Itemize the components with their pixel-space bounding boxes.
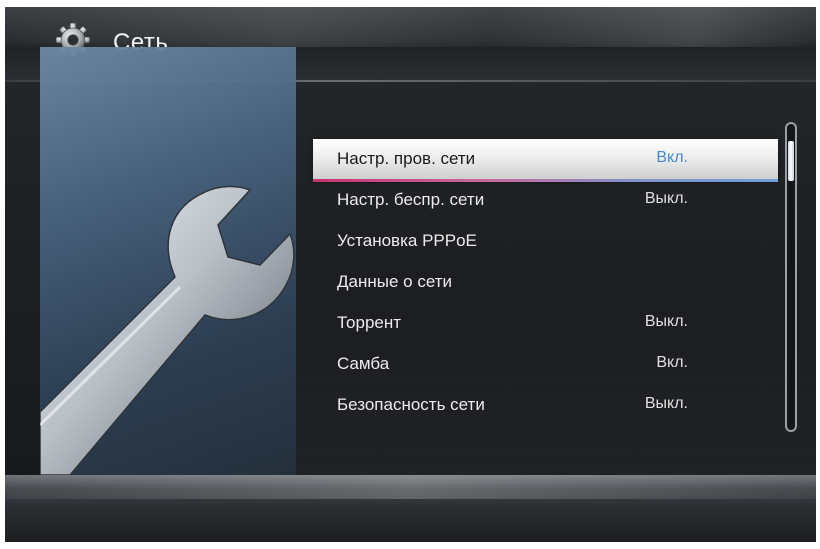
menu-item-label: Данные о сети (337, 272, 452, 291)
menu-item-network-info[interactable]: Данные о сети (313, 262, 778, 302)
menu-item-value: Выкл. (644, 190, 688, 207)
menu-item-pppoe-setup[interactable]: Установка PPPoE (313, 221, 778, 261)
menu-item-label: Торрент (337, 313, 402, 332)
menu-item-torrent[interactable]: Торрент Выкл. (313, 303, 778, 343)
menu-item-label: Самба (337, 354, 390, 373)
menu-item-label: Настр. пров. сети (337, 149, 476, 168)
menu-item-label: Настр. беспр. сети (337, 190, 485, 209)
scroll-thumb[interactable] (788, 141, 794, 181)
menu-item-wireless-network[interactable]: Настр. беспр. сети Выкл. (313, 180, 778, 220)
menu-item-label: Установка PPPoE (337, 231, 477, 250)
menu-item-network-security[interactable]: Безопасность сети Выкл. (313, 385, 778, 425)
menu-item-value: Вкл. (656, 354, 688, 371)
wrench-icon (40, 185, 295, 475)
menu-item-wired-network[interactable]: Настр. пров. сети Вкл. (313, 139, 778, 182)
menu-item-value: Вкл. (656, 149, 688, 166)
menu-item-value: Выкл. (644, 313, 688, 330)
menu-item-samba[interactable]: Самба Вкл. (313, 344, 778, 384)
menu-item-value: Выкл. (644, 395, 688, 412)
footer-sheen (5, 475, 816, 499)
menu-scrollbar[interactable] (785, 122, 797, 432)
menu-item-label: Безопасность сети (337, 395, 485, 414)
